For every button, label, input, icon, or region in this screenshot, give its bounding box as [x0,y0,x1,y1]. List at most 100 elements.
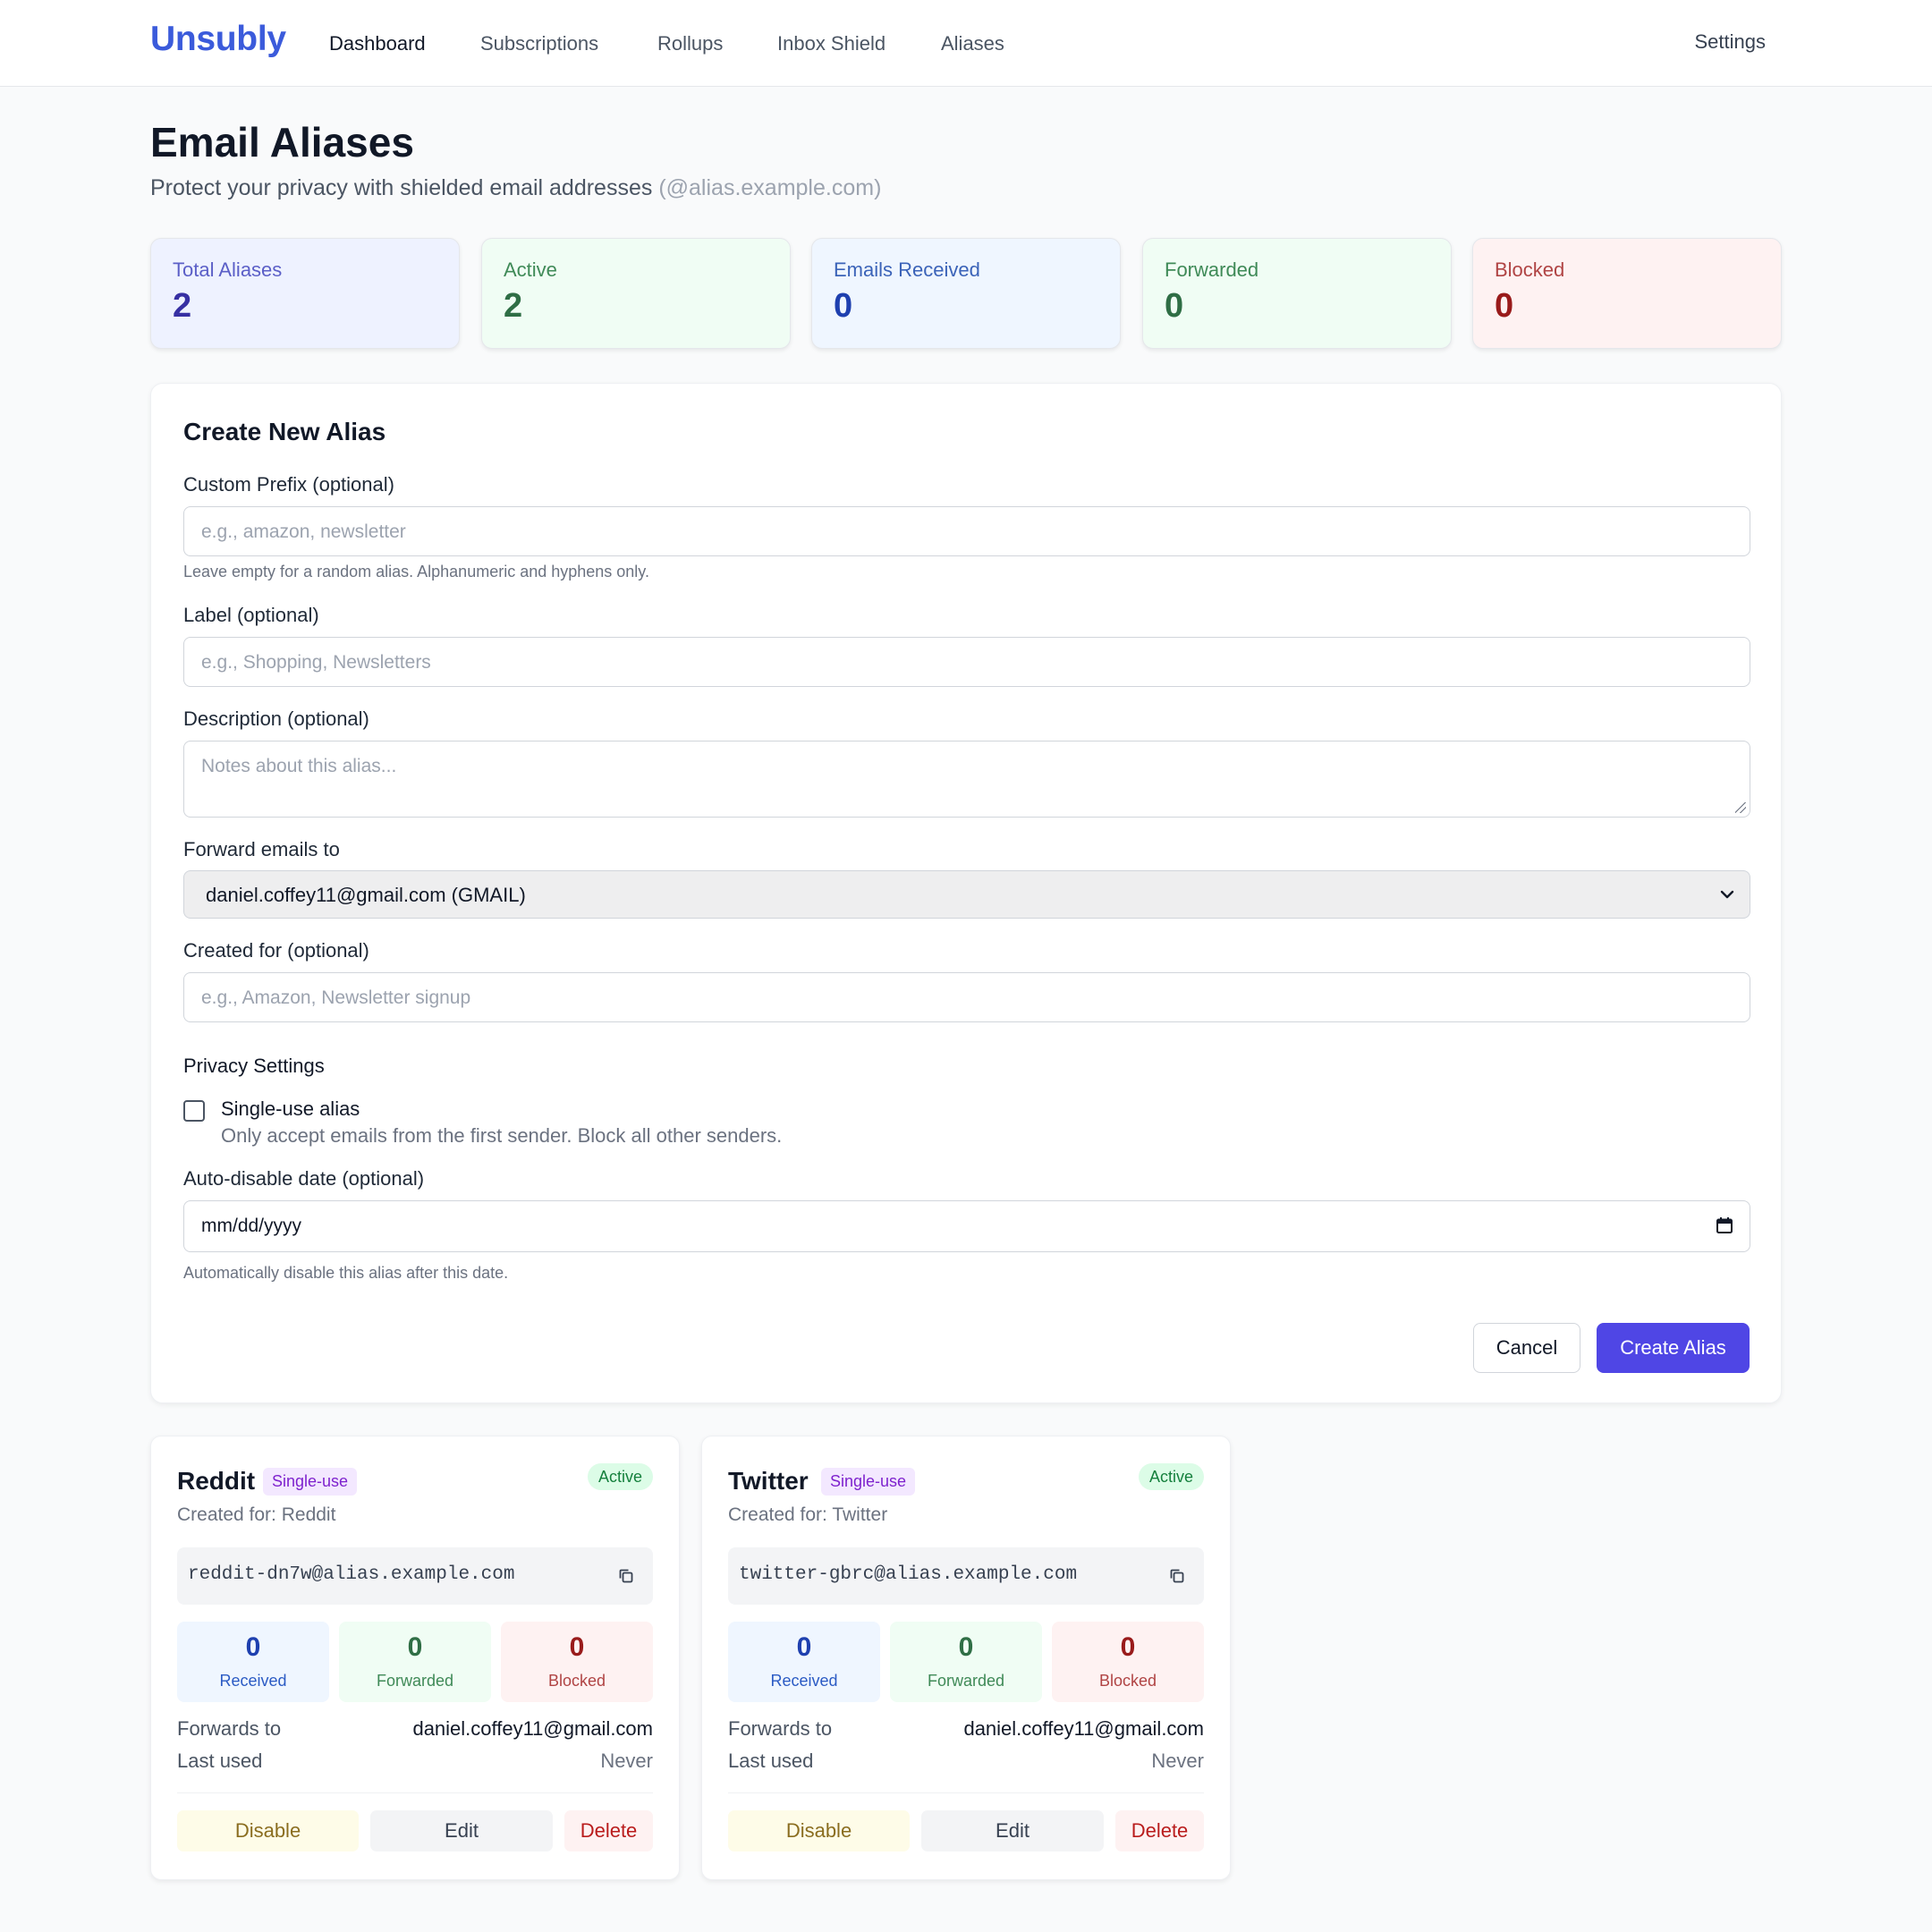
forwarded-count: 0 [958,1632,974,1662]
forward-label: Forward emails to [183,838,340,860]
alias-email: twitter-gbrc@alias.example.com [739,1564,1078,1585]
alias-name: Twitter [728,1467,809,1495]
prefix-label: Custom Prefix (optional) [183,473,394,496]
single-use-badge: Single-use [263,1468,358,1496]
divider [728,1792,1204,1793]
forwards-to-label: Forwards to [177,1717,282,1740]
alias-email-box: twitter-gbrc@alias.example.com [728,1547,1204,1605]
status-badge: Active [1138,1463,1204,1490]
stat-value: 0 [1165,287,1184,325]
stat-value: 2 [504,287,523,325]
description-textarea[interactable]: Notes about this alias... [183,741,1750,818]
autodisable-date-value: mm/dd/yyyy [201,1216,302,1236]
nav-link-dashboard[interactable]: Dashboard [329,32,426,55]
copy-icon[interactable] [617,1567,635,1585]
autodisable-help-text: Automatically disable this alias after t… [183,1264,509,1282]
received-count: 0 [796,1632,812,1662]
alias-created-for: Created for: Twitter [728,1504,888,1525]
cancel-button[interactable]: Cancel [1473,1323,1580,1373]
stat-card-blocked: Blocked 0 [1472,238,1782,349]
autodisable-date-input[interactable]: mm/dd/yyyy [183,1200,1750,1252]
stat-label: Emails Received [834,258,980,281]
blocked-count: 0 [1120,1632,1136,1662]
status-badge: Active [587,1463,653,1490]
alias-created-for: Created for: Reddit [177,1504,336,1525]
forward-select-value: daniel.coffey11@gmail.com (GMAIL) [206,884,526,906]
last-used-label: Last used [728,1750,814,1772]
last-used-label: Last used [177,1750,263,1772]
create-alias-button[interactable]: Create Alias [1597,1323,1750,1373]
divider [177,1792,653,1793]
single-use-badge: Single-use [821,1468,916,1496]
stat-value: 2 [173,287,192,325]
nav-link-settings[interactable]: Settings [1695,30,1767,54]
prefix-input[interactable]: e.g., amazon, newsletter [183,506,1750,556]
top-navbar: Unsubly Dashboard Subscriptions Rollups … [0,0,1932,87]
description-placeholder: Notes about this alias... [201,756,397,776]
blocked-label: Blocked [1098,1672,1157,1690]
nav-link-subscriptions[interactable]: Subscriptions [480,32,598,55]
privacy-settings-title: Privacy Settings [183,1055,325,1077]
stat-value: 0 [1495,287,1514,325]
forwards-to-label: Forwards to [728,1717,833,1740]
received-label: Received [770,1672,838,1690]
received-count: 0 [245,1632,261,1662]
stat-card-emails-received: Emails Received 0 [811,238,1121,349]
blocked-label: Blocked [547,1672,606,1690]
received-label: Received [219,1672,287,1690]
single-use-description: Only accept emails from the first sender… [221,1124,783,1147]
blocked-stat: 0 Blocked [501,1622,653,1702]
single-use-label[interactable]: Single-use alias [221,1097,360,1121]
stat-label: Forwarded [1165,258,1259,281]
forwarded-count: 0 [407,1632,423,1662]
chevron-down-icon [1720,890,1734,899]
last-used-value: Never [1151,1750,1204,1772]
edit-button[interactable]: Edit [370,1810,553,1852]
page-title: Email Aliases [150,119,414,165]
forward-select[interactable]: daniel.coffey11@gmail.com (GMAIL) [183,870,1750,919]
created-for-label: Created for (optional) [183,939,369,962]
nav-link-aliases[interactable]: Aliases [941,32,1004,55]
forwarded-label: Forwarded [376,1672,454,1690]
nav-link-rollups[interactable]: Rollups [657,32,723,55]
blocked-count: 0 [569,1632,585,1662]
last-used-value: Never [600,1750,653,1772]
blocked-stat: 0 Blocked [1052,1622,1204,1702]
stat-card-forwarded: Forwarded 0 [1142,238,1452,349]
calendar-icon[interactable] [1716,1216,1733,1234]
label-input[interactable]: e.g., Shopping, Newsletters [183,637,1750,687]
alias-domain-hint: (@alias.example.com) [658,175,882,200]
prefix-help-text: Leave empty for a random alias. Alphanum… [183,563,649,580]
alias-email-box: reddit-dn7w@alias.example.com [177,1547,653,1605]
stat-label: Total Aliases [173,258,283,281]
stat-value: 0 [834,287,853,325]
nav-link-inbox-shield[interactable]: Inbox Shield [777,32,886,55]
page-subtitle-text: Protect your privacy with shielded email… [150,175,653,200]
received-stat: 0 Received [177,1622,329,1702]
forwarded-stat: 0 Forwarded [339,1622,491,1702]
delete-button[interactable]: Delete [1115,1810,1204,1852]
delete-button[interactable]: Delete [564,1810,653,1852]
alias-card: Reddit Single-use Active Created for: Re… [150,1436,680,1880]
stat-label: Active [504,258,557,281]
description-label: Description (optional) [183,708,369,730]
created-for-input[interactable]: e.g., Amazon, Newsletter signup [183,972,1750,1022]
single-use-checkbox[interactable] [183,1100,205,1122]
form-title: Create New Alias [183,418,386,445]
alias-email: reddit-dn7w@alias.example.com [188,1564,515,1585]
stat-card-total-aliases: Total Aliases 2 [150,238,460,349]
edit-button[interactable]: Edit [921,1810,1104,1852]
resize-handle[interactable] [1735,802,1746,813]
received-stat: 0 Received [728,1622,880,1702]
forwarded-label: Forwarded [927,1672,1005,1690]
stat-label: Blocked [1495,258,1565,281]
create-alias-form: Create New Alias Custom Prefix (optional… [150,383,1782,1403]
autodisable-label: Auto-disable date (optional) [183,1167,425,1190]
brand-logo[interactable]: Unsubly [150,20,286,59]
copy-icon[interactable] [1168,1567,1186,1585]
forwards-to-value: daniel.coffey11@gmail.com [412,1717,653,1740]
disable-button[interactable]: Disable [177,1810,359,1852]
disable-button[interactable]: Disable [728,1810,910,1852]
forwarded-stat: 0 Forwarded [890,1622,1042,1702]
label-field-label: Label (optional) [183,604,319,626]
